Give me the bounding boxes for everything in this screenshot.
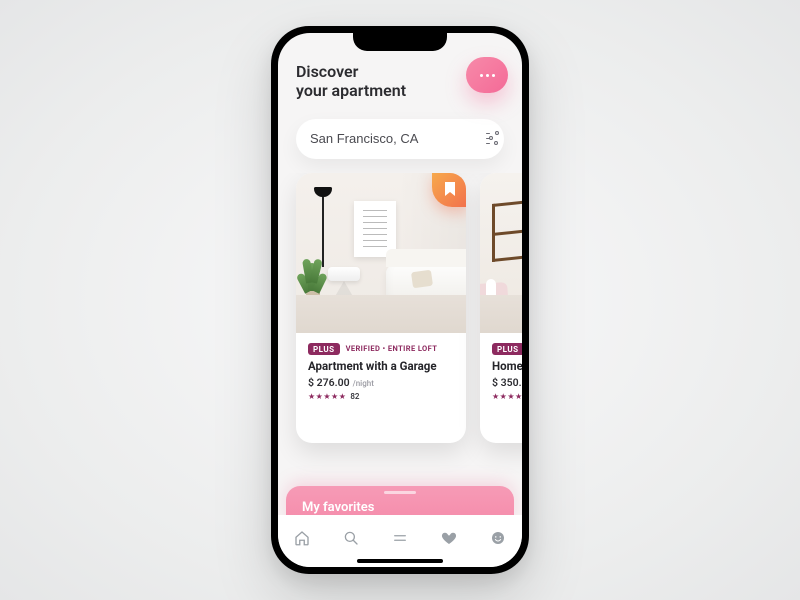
listing-card[interactable]: PLUS Home $ 350.0 ★★★★★ [480, 173, 522, 443]
listing-card[interactable]: PLUS VERIFIED • ENTIRE LOFT Apartment wi… [296, 173, 466, 443]
listing-rating: ★★★★★ 82 [308, 392, 454, 401]
favorites-title: My favorites [302, 500, 498, 515]
listing-price: $ 276.00 /night [308, 376, 454, 389]
search-bar [278, 111, 522, 173]
nav-search[interactable] [340, 527, 362, 549]
heart-icon [440, 529, 458, 547]
plus-badge: PLUS [308, 343, 340, 355]
more-button[interactable] [466, 57, 508, 93]
app-screen: Discover your apartment [278, 33, 522, 567]
listing-rating: ★★★★★ [492, 392, 522, 401]
menu-icon [391, 529, 409, 547]
search-icon [342, 529, 360, 547]
nav-home[interactable] [291, 527, 313, 549]
search-input[interactable] [310, 131, 486, 146]
listing-verify-text: VERIFIED • ENTIRE LOFT [346, 344, 438, 353]
filter-icon[interactable] [486, 132, 490, 146]
review-count: 82 [350, 392, 359, 401]
listing-photo [296, 173, 466, 333]
home-icon [293, 529, 311, 547]
search-field-container[interactable] [296, 119, 504, 159]
nav-profile[interactable] [487, 527, 509, 549]
listing-price: $ 350.0 [492, 376, 522, 389]
star-icon: ★★★★★ [492, 392, 522, 401]
listing-title: Apartment with a Garage [308, 359, 454, 373]
sheet-handle[interactable] [384, 491, 416, 494]
nav-favorites[interactable] [438, 527, 460, 549]
listing-photo [480, 173, 522, 333]
home-indicator [357, 559, 443, 563]
smile-icon [489, 529, 507, 547]
phone-frame: Discover your apartment [271, 26, 529, 574]
star-icon: ★★★★★ [308, 392, 346, 401]
listing-title: Home [492, 359, 522, 373]
device-notch [353, 33, 447, 51]
bookmark-icon [444, 182, 456, 196]
plus-badge: PLUS [492, 343, 522, 355]
nav-menu[interactable] [389, 527, 411, 549]
